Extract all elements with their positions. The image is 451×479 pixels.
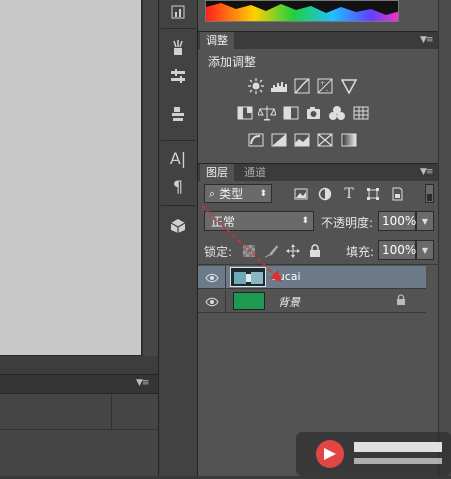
color-balance-icon[interactable] bbox=[258, 104, 276, 122]
layer-lock-icon bbox=[396, 294, 406, 309]
fill-input[interactable]: 100% bbox=[378, 240, 416, 260]
bottom-panel-header: ▼≡ bbox=[0, 374, 158, 394]
updown-arrow-icon: ⬍ bbox=[301, 216, 309, 226]
filter-adjustment-layers-icon[interactable] bbox=[316, 185, 334, 203]
fill-label: 填充: bbox=[346, 245, 375, 259]
layers-panel-header: 图层 通道 ▼≡ bbox=[198, 163, 438, 182]
tab-layers[interactable]: 图层 bbox=[200, 164, 234, 182]
photo-filter-icon[interactable] bbox=[305, 104, 323, 122]
paragraph-panel-icon[interactable]: ¶ bbox=[164, 174, 192, 198]
channel-mixer-icon[interactable] bbox=[328, 104, 346, 122]
search-icon: ⌕ bbox=[209, 186, 216, 200]
vibrance-icon[interactable] bbox=[340, 77, 358, 95]
tool-separator bbox=[161, 140, 195, 141]
tool-separator bbox=[161, 28, 195, 29]
fill-slider-button[interactable]: ▼ bbox=[416, 240, 434, 260]
invert-icon[interactable] bbox=[247, 131, 265, 149]
threshold-icon[interactable] bbox=[293, 131, 311, 149]
svg-text:-: - bbox=[326, 87, 328, 94]
layer-thumbnail bbox=[233, 292, 265, 310]
lock-all-icon[interactable] bbox=[306, 242, 324, 260]
adjustments-title: 添加调整 bbox=[208, 55, 257, 69]
document-canvas[interactable] bbox=[0, 0, 142, 356]
3d-panel-icon[interactable] bbox=[164, 214, 192, 238]
tool-separator bbox=[161, 205, 195, 206]
brightness-contrast-icon[interactable] bbox=[247, 77, 265, 95]
curves-icon[interactable] bbox=[293, 77, 311, 95]
hue-saturation-icon[interactable] bbox=[236, 104, 254, 122]
panel-menu-icon[interactable]: ▼≡ bbox=[420, 167, 434, 177]
tab-channels[interactable]: 通道 bbox=[238, 164, 272, 182]
filter-toggle-switch[interactable] bbox=[425, 184, 434, 203]
clone-source-icon[interactable] bbox=[164, 102, 192, 126]
filter-type-layers-icon[interactable]: T bbox=[340, 185, 358, 203]
histogram-graph bbox=[205, 0, 399, 22]
canvas-vertical-scrollbar[interactable] bbox=[142, 0, 158, 356]
filter-shape-layers-icon[interactable] bbox=[364, 185, 382, 203]
levels-icon[interactable] bbox=[270, 77, 288, 95]
annotation-arrow bbox=[201, 205, 282, 282]
watermark-badge bbox=[296, 432, 451, 476]
posterize-icon[interactable] bbox=[270, 131, 288, 149]
adjustments-panel-header: 调整 ▼≡ bbox=[198, 31, 438, 50]
tab-adjustments[interactable]: 调整 bbox=[200, 32, 234, 50]
layer-name: 背景 bbox=[278, 296, 300, 309]
filter-smart-objects-icon[interactable] bbox=[388, 185, 406, 203]
opacity-input[interactable]: 100% bbox=[378, 211, 416, 231]
histogram-panel-icon[interactable] bbox=[164, 0, 192, 24]
eye-icon bbox=[204, 297, 219, 306]
color-lookup-icon[interactable] bbox=[352, 104, 370, 122]
bottom-panel-cell bbox=[112, 394, 158, 430]
bottom-panel-cell bbox=[0, 394, 112, 430]
layer-row-background[interactable]: 背景 bbox=[198, 290, 426, 313]
exposure-icon[interactable]: + - bbox=[316, 77, 334, 95]
layer-visibility-toggle[interactable] bbox=[198, 290, 226, 313]
brush-presets-icon[interactable] bbox=[164, 36, 192, 60]
panel-menu-icon[interactable]: ▼≡ bbox=[136, 378, 150, 388]
opacity-label: 不透明度: bbox=[321, 216, 374, 230]
gradient-map-icon[interactable] bbox=[340, 131, 358, 149]
black-white-icon[interactable] bbox=[282, 104, 300, 122]
panel-menu-icon[interactable]: ▼≡ bbox=[420, 35, 434, 45]
selective-color-icon[interactable] bbox=[316, 131, 334, 149]
svg-text:+: + bbox=[320, 80, 325, 87]
character-panel-icon[interactable]: A| bbox=[164, 146, 192, 170]
dock-scrollbar[interactable] bbox=[438, 0, 451, 476]
brush-settings-icon[interactable] bbox=[164, 64, 192, 88]
opacity-slider-button[interactable]: ▼ bbox=[416, 211, 434, 231]
updown-arrow-icon: ⬍ bbox=[259, 188, 267, 199]
